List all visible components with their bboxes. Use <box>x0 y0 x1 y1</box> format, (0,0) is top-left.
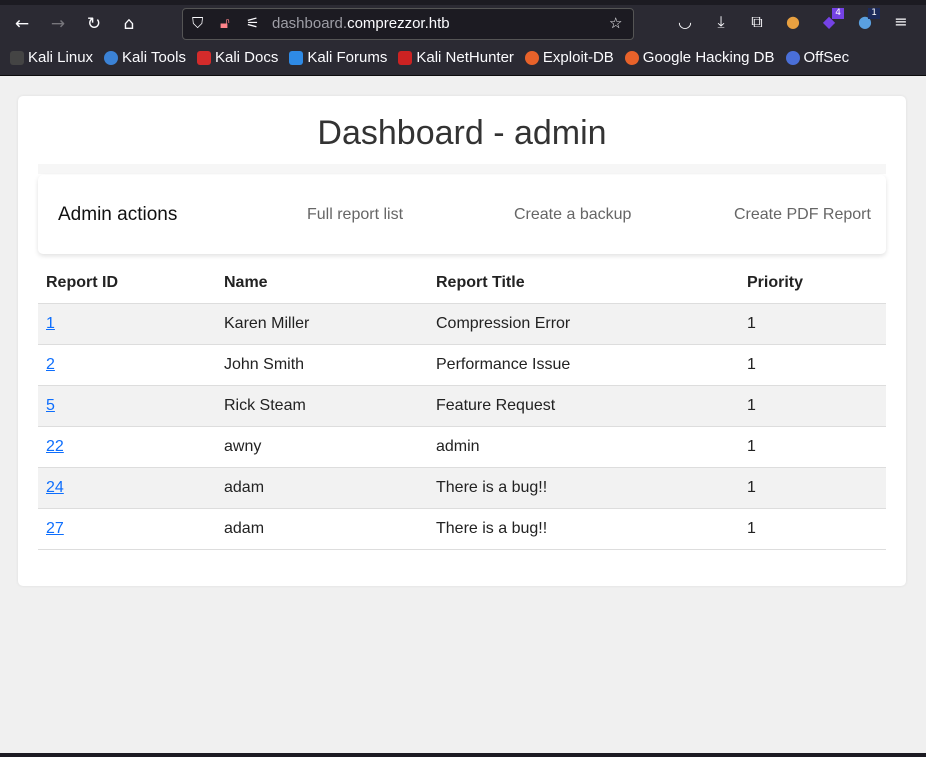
ghdb-icon <box>624 50 639 65</box>
extension-purple-icon[interactable]: ◆ 4 <box>818 8 844 33</box>
bookmark-offsec[interactable]: OffSec <box>785 49 850 66</box>
bookmark-label: Kali Linux <box>28 49 94 66</box>
cell-priority: 1 <box>739 425 886 467</box>
report-link[interactable]: 27 <box>46 520 64 537</box>
extension-badge: 1 <box>868 8 880 19</box>
tab-strip <box>0 0 926 5</box>
report-link[interactable]: 5 <box>46 397 55 414</box>
kali-tools-icon <box>104 50 119 65</box>
table-row: 5 Rick Steam Feature Request 1 <box>38 384 886 426</box>
exploit-db-icon <box>524 50 539 65</box>
cell-report-title: Feature Request <box>428 384 739 426</box>
report-link[interactable]: 22 <box>46 438 64 455</box>
header-name: Name <box>224 273 268 291</box>
cell-name: Rick Steam <box>216 384 428 426</box>
cell-report-title: Compression Error <box>428 302 739 344</box>
table-row: 1 Karen Miller Compression Error 1 <box>38 302 886 344</box>
bookmark-kali-docs[interactable]: Kali Docs <box>196 49 279 66</box>
bookmark-label: Kali Tools <box>122 49 186 66</box>
report-link[interactable]: 1 <box>46 315 55 332</box>
cell-name: adam <box>216 507 428 550</box>
url-prefix: dashboard. <box>272 15 348 32</box>
report-link[interactable]: 2 <box>46 356 55 373</box>
cell-report-id: 5 <box>38 384 216 426</box>
shield-icon[interactable]: ⛉ <box>192 14 203 32</box>
bookmark-kali-tools[interactable]: Kali Tools <box>104 49 186 66</box>
bookmark-label: Kali NetHunter <box>416 49 514 66</box>
bookmark-kali-linux[interactable]: Kali Linux <box>10 49 93 66</box>
kali-forums-icon <box>289 50 304 65</box>
bookmark-exploit-db[interactable]: Exploit-DB <box>524 49 614 66</box>
bookmark-google-hacking-db[interactable]: Google Hacking DB <box>624 49 775 66</box>
report-link[interactable]: 24 <box>46 479 64 496</box>
extension-wappalyzer-icon[interactable]: ● 1 <box>854 8 880 33</box>
forward-icon[interactable]: → <box>46 12 70 36</box>
browser-toolbar: ← → ↻ ⌂ ⛉ 🔓︎ ⚟ dashboard.comprezzor.htb … <box>0 0 926 76</box>
dashboard-card: Dashboard - admin Admin actions Full rep… <box>18 96 906 586</box>
cell-report-title: There is a bug!! <box>428 507 739 550</box>
table-row: 2 John Smith Performance Issue 1 <box>38 343 886 385</box>
page-title: Dashboard - admin <box>317 114 607 152</box>
bookmark-label: Google Hacking DB <box>642 49 775 66</box>
header-report-id: Report ID <box>46 273 118 291</box>
pocket-icon[interactable]: ◡ <box>674 11 696 33</box>
cell-report-title: admin <box>428 425 739 467</box>
cell-priority: 1 <box>739 507 886 550</box>
cell-priority: 1 <box>739 343 886 385</box>
download-icon[interactable]: ⤓ <box>710 11 732 33</box>
cell-priority: 1 <box>739 384 886 426</box>
header-priority: Priority <box>747 273 804 291</box>
url-bar[interactable]: ⛉ 🔓︎ ⚟ dashboard.comprezzor.htb ☆ <box>182 8 634 40</box>
extensions-icon[interactable]: ⧉ <box>746 11 768 33</box>
cell-report-id: 2 <box>38 343 216 385</box>
bookmark-label: Exploit-DB <box>542 49 614 66</box>
header-report-title: Report Title <box>436 273 525 291</box>
home-icon[interactable]: ⌂ <box>117 12 141 36</box>
insecure-lock-icon[interactable]: 🔓︎ <box>220 14 230 32</box>
admin-actions-heading: Admin actions <box>58 204 178 225</box>
table-row: 27 adam There is a bug!! 1 <box>38 507 886 550</box>
create-backup-link[interactable]: Create a backup <box>514 206 631 224</box>
cell-report-id: 27 <box>38 507 216 550</box>
back-icon[interactable]: ← <box>10 12 34 36</box>
bookmark-label: Kali Forums <box>307 49 388 66</box>
cell-name: Karen Miller <box>216 302 428 344</box>
table-row: 24 adam There is a bug!! 1 <box>38 466 886 508</box>
divider <box>38 164 886 174</box>
admin-actions-nav: Admin actions Full report list Create a … <box>38 175 886 254</box>
cell-priority: 1 <box>739 466 886 508</box>
permissions-icon[interactable]: ⚟ <box>246 14 259 32</box>
cell-report-id: 1 <box>38 302 216 344</box>
cell-report-id: 24 <box>38 466 216 508</box>
cell-report-title: Performance Issue <box>428 343 739 385</box>
kali-icon <box>10 50 24 65</box>
bookmark-kali-nethunter[interactable]: Kali NetHunter <box>398 49 514 66</box>
full-report-list-link[interactable]: Full report list <box>307 206 403 224</box>
url-domain: comprezzor.htb <box>347 15 450 32</box>
reload-icon[interactable]: ↻ <box>82 12 106 36</box>
url-text[interactable]: dashboard.comprezzor.htb <box>272 15 450 32</box>
cell-name: adam <box>216 466 428 508</box>
bookmarks-bar: Kali Linux Kali Tools Kali Docs Kali For… <box>10 49 849 66</box>
cell-report-title: There is a bug!! <box>428 466 739 508</box>
cell-name: John Smith <box>216 343 428 385</box>
cell-report-id: 22 <box>38 425 216 467</box>
bookmark-kali-forums[interactable]: Kali Forums <box>289 49 387 66</box>
menu-icon[interactable]: ≡ <box>890 11 912 33</box>
bookmark-star-icon[interactable]: ☆ <box>609 14 622 32</box>
offsec-icon <box>785 50 800 65</box>
extension-badge: 4 <box>832 8 844 19</box>
bookmark-label: Kali Docs <box>214 49 279 66</box>
cell-priority: 1 <box>739 302 886 344</box>
extension-foxyproxy-icon[interactable]: ● <box>782 11 804 33</box>
cell-name: awny <box>216 425 428 467</box>
taskbar-edge <box>0 753 926 757</box>
nethunter-icon <box>398 50 413 65</box>
reports-table: Report ID Name Report Title Priority 1 Ka… <box>38 263 886 550</box>
bookmark-label: OffSec <box>803 49 850 66</box>
kali-docs-icon <box>196 50 211 65</box>
table-row: 22 awny admin 1 <box>38 425 886 467</box>
create-pdf-report-link[interactable]: Create PDF Report <box>734 206 871 224</box>
